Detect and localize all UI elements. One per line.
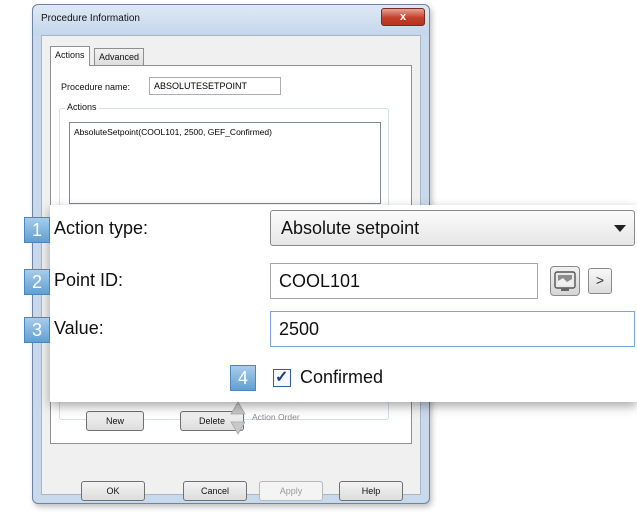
- callout-badge-2: 2: [24, 269, 50, 295]
- tab-advanced[interactable]: Advanced: [94, 48, 145, 66]
- help-button[interactable]: Help: [339, 481, 403, 501]
- dialog-titlebar[interactable]: Procedure Information x: [33, 5, 429, 35]
- close-button[interactable]: x: [381, 8, 425, 26]
- action-order-arrows-icon[interactable]: [230, 400, 246, 436]
- point-picker-button[interactable]: [550, 266, 580, 296]
- value-label: Value:: [54, 318, 104, 338]
- chevron-down-icon: [614, 225, 626, 232]
- point-id-input[interactable]: COOL101: [270, 263, 538, 299]
- apply-button[interactable]: Apply: [259, 481, 323, 501]
- procedure-name-input[interactable]: ABSOLUTESETPOINT: [149, 77, 281, 95]
- confirmed-checkbox[interactable]: ✓: [273, 369, 291, 387]
- action-type-select[interactable]: Absolute setpoint: [270, 210, 635, 246]
- new-button[interactable]: New: [86, 411, 144, 431]
- callout-badge-1: 1: [24, 217, 50, 243]
- callout-badge-3: 3: [24, 317, 50, 343]
- callout-badge-4: 4: [230, 365, 256, 391]
- dialog-title: Procedure Information: [41, 13, 140, 24]
- zoomed-action-editor: 1 Action type: Absolute setpoint 2 Point…: [24, 205, 637, 402]
- actions-listbox[interactable]: AbsoluteSetpoint(COOL101, 2500, GEF_Conf…: [69, 122, 381, 204]
- ok-button[interactable]: OK: [81, 481, 145, 501]
- actions-group-label: Actions: [65, 102, 99, 112]
- value-input[interactable]: 2500: [270, 311, 635, 347]
- confirmed-label[interactable]: Confirmed: [300, 367, 383, 388]
- point-id-label: Point ID:: [54, 270, 124, 290]
- action-type-value: Absolute setpoint: [281, 218, 420, 238]
- point-browser-icon: [554, 271, 576, 291]
- procedure-name-label: Procedure name:: [61, 82, 131, 92]
- point-next-button[interactable]: >: [588, 268, 612, 294]
- cancel-button[interactable]: Cancel: [183, 481, 247, 501]
- tab-actions[interactable]: Actions: [50, 46, 90, 66]
- action-order-label: Action Order: [252, 412, 300, 422]
- actions-list-item[interactable]: AbsoluteSetpoint(COOL101, 2500, GEF_Conf…: [74, 127, 376, 137]
- checkmark-icon: ✓: [275, 369, 289, 386]
- action-type-label: Action type:: [54, 218, 149, 238]
